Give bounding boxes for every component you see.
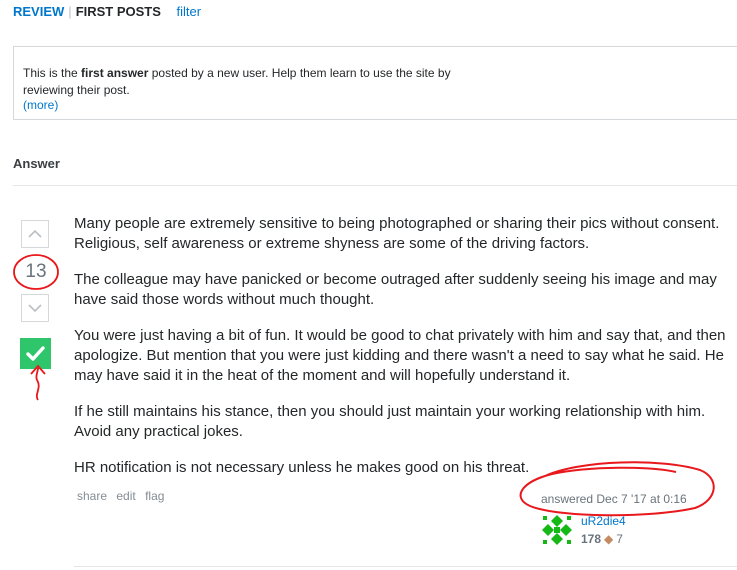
answer-body: Many people are extremely sensitive to b… — [74, 214, 737, 494]
filter-link[interactable]: filter — [177, 4, 202, 19]
accepted-check-button[interactable] — [20, 338, 51, 369]
edit-link[interactable]: edit — [116, 489, 135, 503]
more-link[interactable]: (more) — [23, 98, 58, 112]
answer-paragraph: The colleague may have panicked or becom… — [74, 271, 717, 308]
answer-paragraph: Many people are extremely sensitive to b… — [74, 215, 720, 252]
nav-separator: | — [68, 4, 72, 19]
user-reputation: 178 ◆ 7 — [581, 532, 623, 546]
bronze-badge-icon: ◆ — [604, 532, 614, 546]
bronze-badge-count: 7 — [616, 532, 623, 546]
review-link[interactable]: REVIEW — [13, 4, 64, 19]
user-avatar[interactable] — [541, 514, 573, 546]
chevron-down-icon — [28, 304, 42, 313]
review-page: REVIEW | FIRST POSTS filter This is the fi… — [0, 0, 737, 570]
chevron-up-icon — [28, 229, 42, 238]
answered-timestamp: answered Dec 7 '17 at 0:16 — [541, 492, 687, 506]
reputation-score: 178 — [581, 532, 602, 546]
info-text-bold: first answer — [81, 66, 149, 80]
answer-paragraph: HR notification is not necessary unless … — [74, 459, 530, 476]
answer-heading: Answer — [13, 156, 60, 171]
user-name-link[interactable]: uR2die4 — [581, 514, 626, 528]
info-text-start: This is the — [23, 66, 82, 80]
checkmark-icon — [26, 346, 45, 361]
answer-bottom-divider — [74, 566, 737, 567]
downvote-button[interactable] — [21, 294, 49, 322]
review-info-box: This is the first answer posted by a new… — [13, 46, 737, 120]
info-text: This is the first answer posted by a new… — [23, 65, 503, 99]
answer-paragraph: If he still maintains his stance, then y… — [74, 403, 706, 440]
first-posts-label[interactable]: FIRST POSTS — [76, 4, 161, 19]
answer-paragraph: You were just having a bit of fun. It wo… — [74, 327, 726, 384]
review-nav: REVIEW | FIRST POSTS filter — [13, 4, 201, 20]
upvote-button[interactable] — [21, 220, 49, 248]
flag-link[interactable]: flag — [145, 489, 164, 503]
heading-divider — [13, 185, 737, 186]
post-menu: share edit flag — [77, 489, 170, 503]
arrow-annotation — [35, 367, 40, 401]
share-link[interactable]: share — [77, 489, 107, 503]
vote-count: 13 — [25, 261, 47, 282]
